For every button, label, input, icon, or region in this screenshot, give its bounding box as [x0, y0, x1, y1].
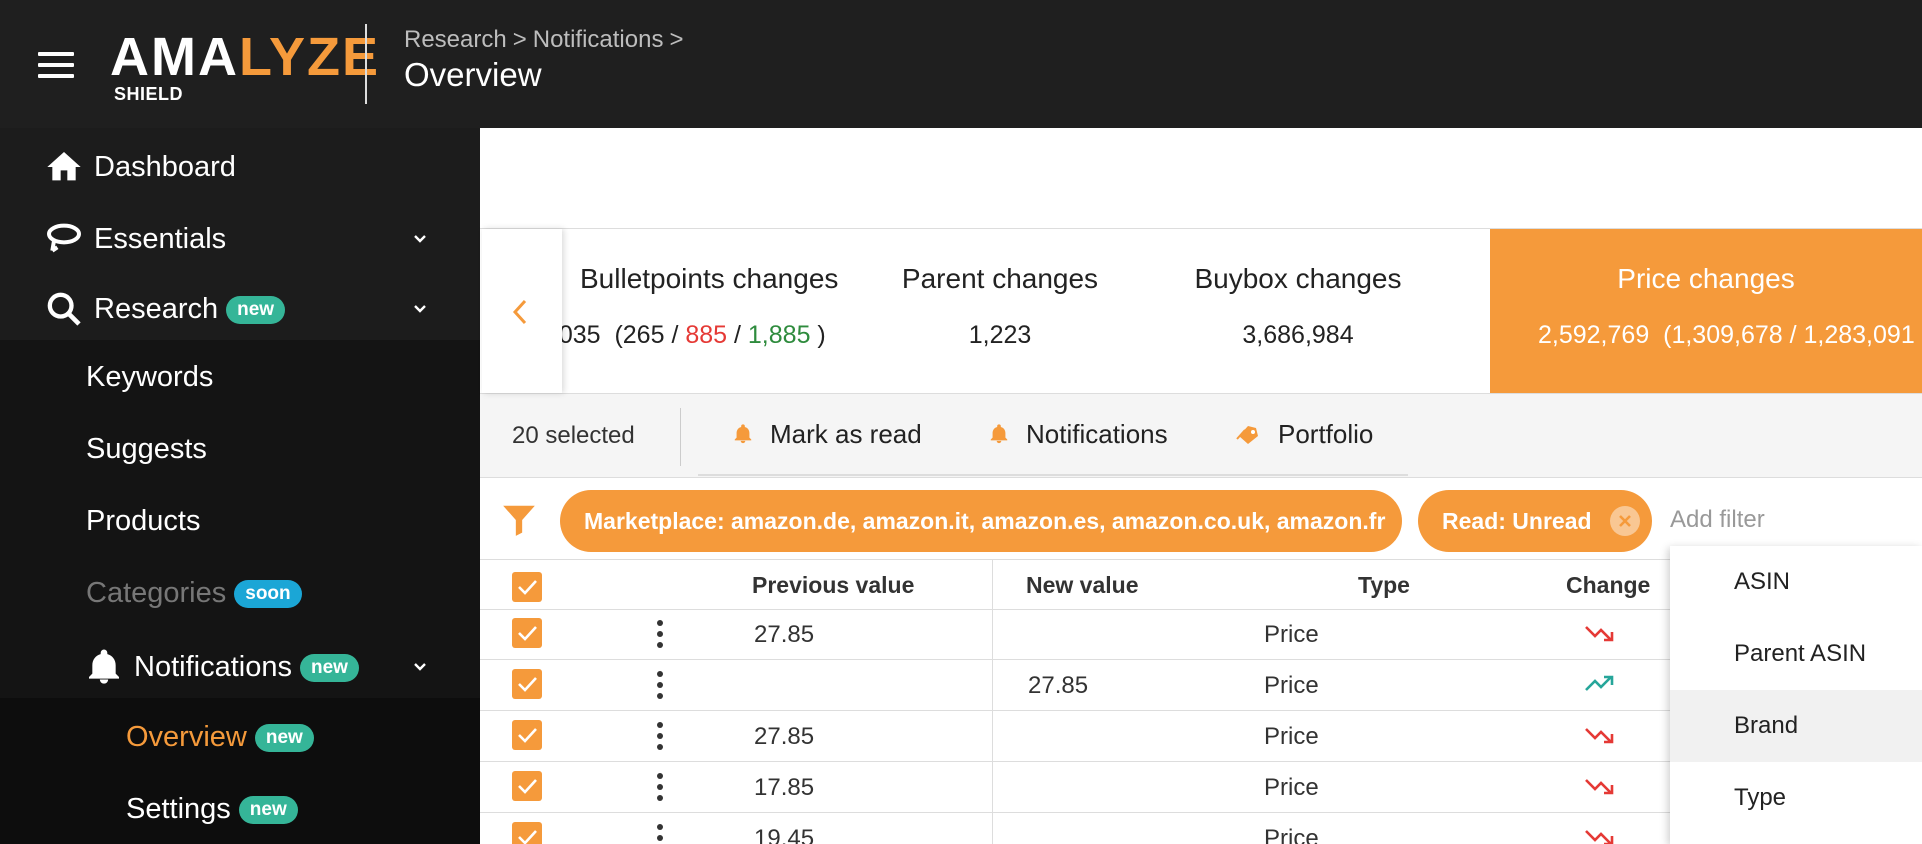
breadcrumb-notifications[interactable]: Notifications	[533, 26, 664, 53]
column-change[interactable]: Change	[1566, 572, 1650, 599]
logo-subtitle: SHIELD	[114, 84, 184, 104]
column-new-value[interactable]: New value	[1026, 572, 1139, 599]
select-all-checkbox[interactable]	[512, 572, 542, 602]
sidebar-item-dashboard[interactable]: Dashboard	[0, 132, 480, 202]
bell-icon	[89, 649, 119, 684]
breadcrumb-research[interactable]: Research	[404, 26, 507, 53]
sidebar-item-suggests[interactable]: Suggests	[0, 414, 480, 484]
row-checkbox[interactable]	[512, 618, 542, 648]
menu-icon[interactable]	[38, 52, 74, 78]
logo[interactable]: AMALYZE SHIELD	[110, 28, 380, 104]
new-badge: new	[238, 795, 298, 824]
action-bar: 20 selected Mark as read Notifications P…	[480, 394, 1922, 478]
bell-icon	[990, 424, 1008, 444]
stat-parent[interactable]: Parent changes 1,223	[900, 229, 1100, 393]
lasso-icon	[47, 223, 81, 253]
trending-down-icon	[1585, 728, 1614, 744]
row-checkbox[interactable]	[512, 822, 542, 844]
top-bar: AMALYZE SHIELD Research > Notifications > O…	[0, 0, 1922, 128]
chevron-left-icon	[512, 299, 527, 325]
header-divider	[365, 24, 367, 104]
sidebar-item-settings[interactable]: Settings new	[0, 774, 480, 844]
filter-chip-marketplace[interactable]: Marketplace: amazon.de, amazon.it, amazo…	[560, 490, 1402, 552]
selected-count: 20 selected	[512, 422, 635, 449]
dropdown-item-type[interactable]: Type	[1670, 762, 1922, 834]
stat-buybox[interactable]: Buybox changes 3,686,984	[1188, 229, 1408, 393]
row-checkbox[interactable]	[512, 771, 542, 801]
chevron-down-icon[interactable]	[408, 655, 432, 679]
new-badge: new	[254, 723, 314, 752]
page-title: Overview	[404, 56, 542, 93]
tag-icon	[1236, 426, 1258, 444]
close-icon[interactable]	[1609, 506, 1640, 536]
home-icon	[47, 152, 81, 181]
dropdown-item-brand[interactable]: Brand	[1670, 690, 1922, 762]
sidebar-item-keywords[interactable]: Keywords	[0, 342, 480, 412]
stat-bulletpoints[interactable]: Bulletpoints changes 3,035 (265 / 885 / …	[540, 229, 850, 393]
more-icon[interactable]	[656, 671, 664, 701]
soon-badge: soon	[234, 579, 302, 608]
sidebar-item-research[interactable]: Research new	[0, 274, 480, 344]
sidebar-item-notifications[interactable]: Notifications new	[0, 632, 480, 702]
row-checkbox[interactable]	[512, 669, 542, 699]
sidebar: Dashboard Essentials Research new Keyword…	[0, 128, 480, 844]
sidebar-item-categories: Categories soon	[0, 558, 480, 628]
more-icon[interactable]	[656, 773, 664, 803]
filter-icon[interactable]	[500, 500, 538, 540]
portfolio-button[interactable]: Portfolio	[1236, 416, 1373, 452]
carousel-prev-button[interactable]	[482, 229, 562, 393]
search-icon	[47, 292, 81, 326]
stats-carousel: Bulletpoints changes 3,035 (265 / 885 / …	[480, 228, 1922, 394]
notifications-button[interactable]: Notifications	[988, 416, 1168, 452]
trending-down-icon	[1585, 626, 1614, 642]
dropdown-item-asin[interactable]: ASIN	[1670, 546, 1922, 618]
sidebar-item-products[interactable]: Products	[0, 486, 480, 556]
filter-chip-read[interactable]: Read: Unread	[1418, 490, 1652, 552]
more-icon[interactable]	[656, 620, 664, 650]
trending-down-icon	[1585, 830, 1614, 844]
chevron-down-icon[interactable]	[408, 297, 432, 321]
sidebar-item-essentials[interactable]: Essentials	[0, 204, 480, 274]
trending-up-icon	[1585, 675, 1614, 691]
trending-down-icon	[1585, 779, 1614, 795]
new-badge: new	[226, 295, 286, 324]
new-badge: new	[299, 653, 359, 682]
dropdown-item-parent-asin[interactable]: Parent ASIN	[1670, 618, 1922, 690]
add-filter-dropdown: ASIN Parent ASIN Brand Type	[1670, 546, 1922, 844]
breadcrumb: Research > Notifications >	[404, 26, 684, 53]
chevron-down-icon[interactable]	[408, 227, 432, 251]
more-icon[interactable]	[656, 824, 664, 844]
column-type[interactable]: Type	[1358, 572, 1410, 599]
column-previous-value[interactable]: Previous value	[752, 572, 914, 599]
stat-price[interactable]: Price changes 2,592,769 (1,309,678 / 1,2…	[1490, 229, 1922, 393]
sidebar-item-overview[interactable]: Overview new	[0, 702, 480, 772]
bell-icon	[734, 424, 752, 444]
add-filter-input[interactable]: Add filter	[1670, 506, 1765, 534]
more-icon[interactable]	[656, 722, 664, 752]
row-checkbox[interactable]	[512, 720, 542, 750]
mark-as-read-button[interactable]: Mark as read	[732, 416, 922, 452]
